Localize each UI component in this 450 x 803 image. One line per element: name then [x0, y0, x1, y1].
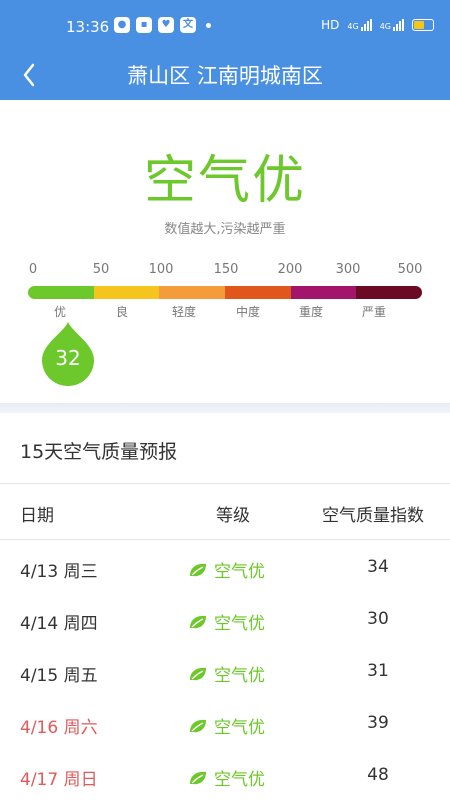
network-label: HD — [321, 18, 340, 32]
scale-level: 重度 — [298, 305, 324, 319]
scale-tick: 200 — [277, 262, 303, 277]
air-quality-label: 空气优 — [143, 151, 306, 211]
forecast-level: 空气优 — [188, 661, 265, 686]
scale-segment-heavy — [290, 286, 357, 299]
forecast-date: 4/14 周四 — [20, 614, 98, 634]
leaf-icon — [190, 719, 206, 732]
notification-app-icon: ▪ — [136, 17, 152, 33]
scale-segment-good — [93, 286, 160, 299]
forecast-date: 4/15 周五 — [20, 666, 98, 686]
status-bar: 13:36 ● ▪ ♥ 文 HD 4G 4G — [0, 0, 450, 52]
scale-tick: 150 — [213, 262, 239, 277]
column-header-date: 日期 — [20, 506, 54, 526]
app-header: 萧山区 江南明城南区 — [0, 52, 450, 100]
aqi-scale-ticks: 0 50 100 150 200 300 500 — [28, 262, 428, 280]
status-indicators: HD 4G 4G — [321, 18, 434, 32]
leaf-icon — [190, 667, 206, 680]
notification-icons: ● ▪ ♥ 文 — [114, 17, 211, 33]
section-separator — [0, 403, 450, 413]
forecast-aqi: 48 — [367, 765, 389, 785]
leaf-icon — [190, 771, 206, 784]
forecast-row[interactable]: 4/14 周四 空气优 30 — [0, 595, 450, 647]
forecast-level-label: 空气优 — [214, 770, 265, 790]
forecast-level-label: 空气优 — [214, 718, 265, 738]
forecast-date: 4/17 周日 — [20, 770, 98, 790]
forecast-level-label: 空气优 — [214, 562, 265, 582]
battery-icon — [412, 19, 434, 31]
column-header-aqi: 空气质量指数 — [322, 506, 424, 526]
forecast-level: 空气优 — [188, 713, 265, 738]
forecast-row[interactable]: 4/17 周日 空气优 48 — [0, 751, 450, 803]
aqi-value-marker: 32 — [42, 322, 94, 386]
scale-tick: 0 — [28, 262, 38, 277]
scale-tick: 100 — [148, 262, 174, 277]
forecast-date: 4/13 周三 — [20, 562, 98, 582]
more-notifications-dot — [206, 22, 211, 28]
forecast-table-header: 日期 等级 空气质量指数 — [0, 483, 450, 539]
forecast-section: 15天空气质量预报 日期 等级 空气质量指数 4/13 周三 空气优 34 4/… — [0, 413, 450, 800]
signal-icon: 4G — [380, 19, 404, 31]
forecast-aqi: 30 — [367, 609, 389, 629]
notification-app-icon: ● — [114, 17, 130, 33]
scale-segment-excellent — [28, 286, 94, 299]
forecast-level: 空气优 — [188, 609, 265, 634]
aqi-color-scale — [28, 286, 422, 299]
scale-hint: 数值越大,污染越严重 — [164, 222, 286, 237]
signal-label: 4G — [347, 22, 359, 31]
forecast-row[interactable]: 4/15 周五 空气优 31 — [0, 647, 450, 699]
scale-tick: 300 — [335, 262, 361, 277]
leaf-icon — [190, 615, 206, 628]
scale-level: 轻度 — [171, 305, 197, 319]
forecast-level: 空气优 — [188, 765, 265, 790]
forecast-row[interactable]: 4/16 周六 空气优 39 — [0, 699, 450, 751]
forecast-aqi: 31 — [367, 661, 389, 681]
scale-segment-severe — [356, 286, 422, 299]
aqi-scale-levels: 优 良 轻度 中度 重度 严重 — [28, 303, 422, 321]
column-header-level: 等级 — [216, 506, 250, 526]
notification-app-icon: 文 — [180, 17, 196, 33]
aqi-summary-card: 空气优 数值越大,污染越严重 0 50 100 150 200 300 500 … — [0, 100, 450, 403]
scale-tick: 50 — [92, 262, 110, 277]
forecast-aqi: 39 — [367, 713, 389, 733]
forecast-level-label: 空气优 — [214, 666, 265, 686]
scale-level: 优 — [53, 305, 67, 319]
scale-segment-light — [159, 286, 226, 299]
forecast-date: 4/16 周六 — [20, 718, 98, 738]
scale-level: 中度 — [235, 305, 261, 319]
forecast-aqi: 34 — [367, 557, 389, 577]
status-time: 13:36 — [66, 18, 110, 36]
scale-tick: 500 — [397, 262, 423, 277]
forecast-level-label: 空气优 — [214, 614, 265, 634]
forecast-title: 15天空气质量预报 — [20, 441, 178, 463]
scale-level: 良 — [115, 305, 129, 319]
forecast-level: 空气优 — [188, 557, 265, 582]
signal-label: 4G — [379, 22, 391, 31]
forecast-row[interactable]: 4/13 周三 空气优 34 — [0, 543, 450, 595]
leaf-icon — [190, 563, 206, 576]
scale-segment-moderate — [225, 286, 291, 299]
signal-icon: 4G — [347, 19, 372, 31]
scale-level: 严重 — [361, 305, 387, 319]
page-title: 萧山区 江南明城南区 — [127, 64, 323, 88]
aqi-current-value: 32 — [55, 346, 81, 370]
notification-app-icon: ♥ — [158, 17, 174, 33]
divider — [0, 539, 450, 540]
